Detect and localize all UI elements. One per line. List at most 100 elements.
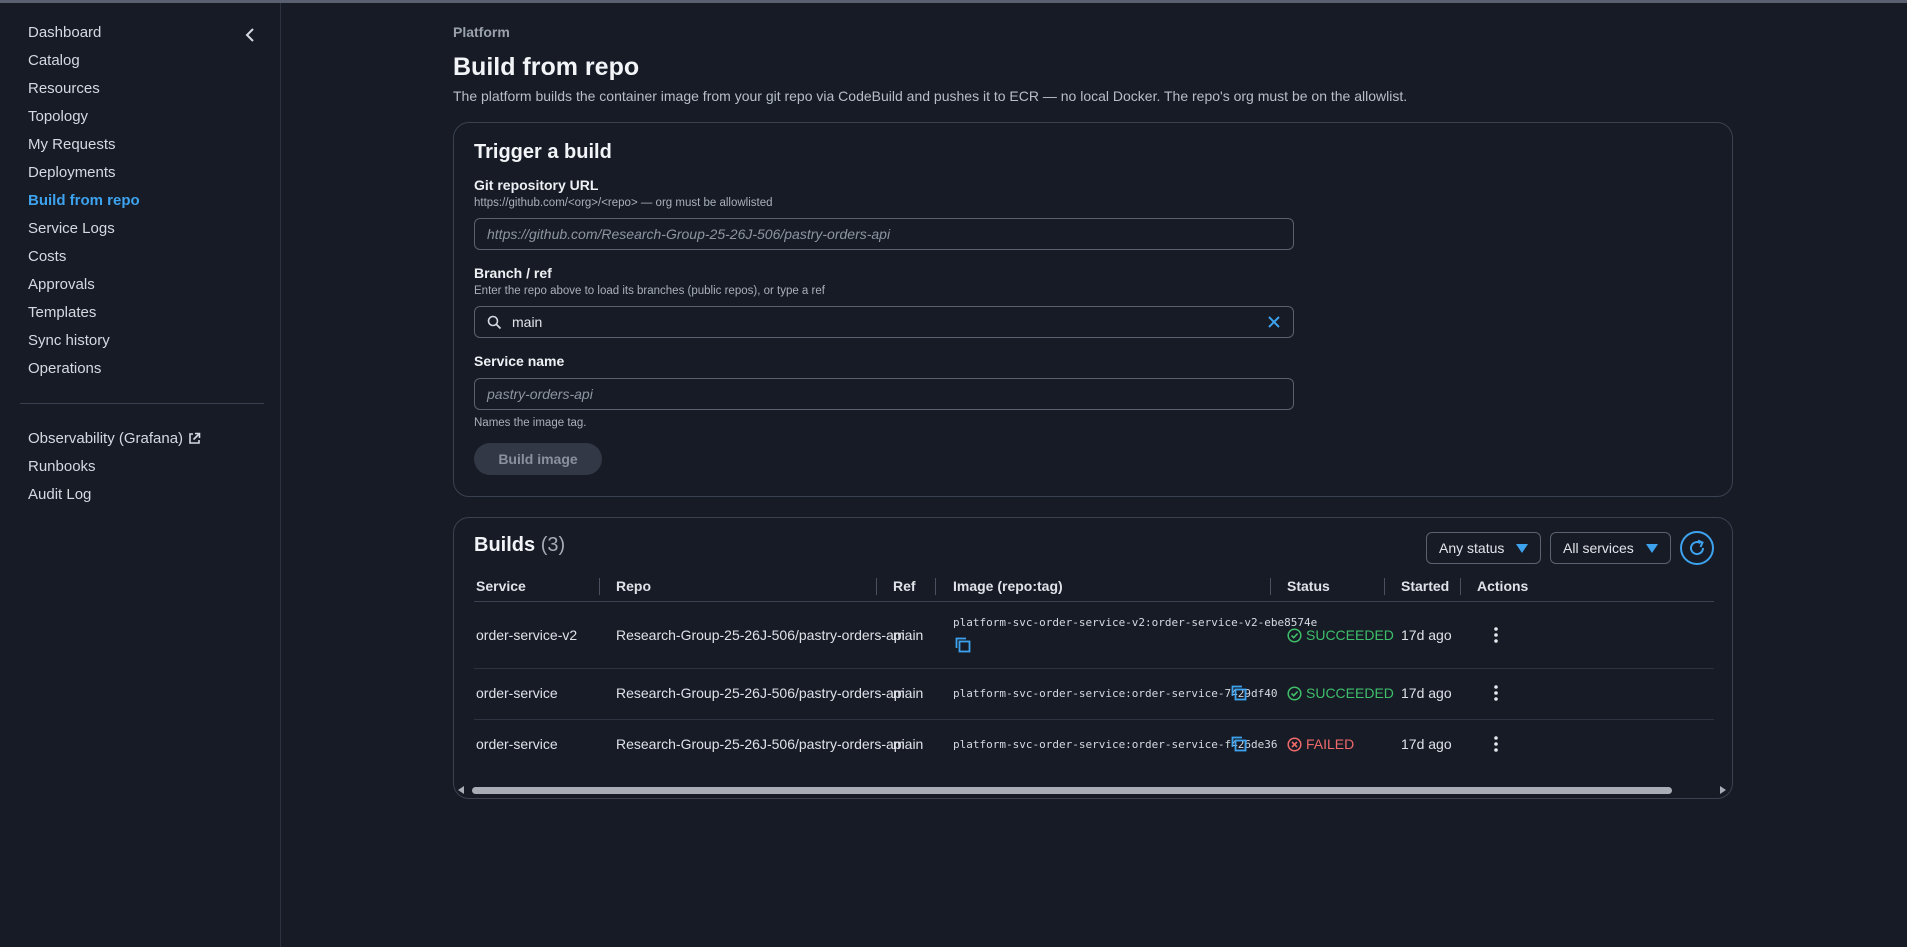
column-separator[interactable] bbox=[1270, 578, 1271, 595]
column-header-image[interactable]: Image (repo:tag) bbox=[953, 578, 1063, 594]
column-header-repo[interactable]: Repo bbox=[616, 578, 651, 594]
service-name-help: Names the image tag. bbox=[474, 417, 587, 429]
repo-url-input[interactable]: https://github.com/Research-Group-25-26J… bbox=[474, 218, 1294, 250]
column-separator[interactable] bbox=[1460, 578, 1461, 595]
sidebar-item-topology[interactable]: Topology bbox=[28, 107, 140, 135]
column-separator[interactable] bbox=[876, 578, 877, 595]
sidebar-item-catalog[interactable]: Catalog bbox=[28, 51, 140, 79]
sidebar-item-sync-history[interactable]: Sync history bbox=[28, 331, 140, 359]
primary-nav: Dashboard Catalog Resources Topology My … bbox=[28, 23, 140, 387]
column-header-service[interactable]: Service bbox=[476, 578, 526, 594]
row-image: platform-svc-order-service:order-service… bbox=[953, 687, 1278, 700]
table-horizontal-scrollbar[interactable] bbox=[456, 783, 1730, 797]
sidebar-item-dashboard[interactable]: Dashboard bbox=[28, 23, 140, 51]
caret-down-icon bbox=[1645, 543, 1658, 553]
sidebar-divider bbox=[20, 403, 264, 404]
column-separator[interactable] bbox=[935, 578, 936, 595]
column-header-actions: Actions bbox=[1477, 578, 1529, 594]
repo-url-help: https://github.com/<org>/<repo> — org mu… bbox=[474, 197, 773, 209]
row-ref: main bbox=[893, 627, 924, 643]
table-row: order-service Research-Group-25-26J-506/… bbox=[474, 669, 1714, 720]
service-filter-select[interactable]: All services bbox=[1550, 532, 1671, 564]
status-filter-select[interactable]: Any status bbox=[1426, 532, 1542, 564]
refresh-button[interactable] bbox=[1680, 531, 1714, 565]
sidebar-item-my-requests[interactable]: My Requests bbox=[28, 135, 140, 163]
clear-branch-button[interactable] bbox=[1267, 315, 1281, 329]
scroll-right-arrow[interactable] bbox=[1720, 786, 1726, 794]
search-icon bbox=[487, 315, 502, 329]
column-header-ref[interactable]: Ref bbox=[893, 578, 916, 594]
build-image-button[interactable]: Build image bbox=[474, 443, 602, 475]
builds-heading: Builds bbox=[474, 534, 536, 556]
status-text: SUCCEEDED bbox=[1306, 685, 1394, 701]
row-repo: Research-Group-25-26J-506/pastry-orders-… bbox=[616, 627, 905, 643]
column-separator[interactable] bbox=[599, 578, 600, 595]
status-filter-value: Any status bbox=[1439, 540, 1505, 556]
error-circle-icon bbox=[1287, 736, 1302, 752]
table-row: order-service Research-Group-25-26J-506/… bbox=[474, 720, 1714, 770]
sidebar-item-label: Observability (Grafana) bbox=[28, 430, 184, 447]
row-image: platform-svc-order-service:order-service… bbox=[953, 738, 1278, 751]
column-separator[interactable] bbox=[1384, 578, 1385, 595]
builds-count: (3) bbox=[540, 534, 566, 556]
sidebar-item-costs[interactable]: Costs bbox=[28, 247, 140, 275]
trigger-build-title: Trigger a build bbox=[474, 141, 612, 163]
builds-title: Builds (3) bbox=[474, 534, 565, 557]
sidebar-item-observability[interactable]: Observability (Grafana) bbox=[28, 429, 201, 457]
caret-down-icon bbox=[1516, 543, 1529, 553]
row-started: 17d ago bbox=[1401, 627, 1452, 643]
branch-label: Branch / ref bbox=[474, 265, 552, 281]
row-actions-button[interactable] bbox=[1493, 684, 1499, 702]
row-service: order-service-v2 bbox=[476, 627, 578, 643]
copy-image-button[interactable] bbox=[1231, 685, 1247, 701]
trigger-build-card: Trigger a build Git repository URL https… bbox=[453, 122, 1733, 497]
builds-table-header: Service Repo Ref Image (repo:tag) Status… bbox=[474, 568, 1714, 602]
copy-icon bbox=[1231, 736, 1247, 752]
sidebar-item-audit-log[interactable]: Audit Log bbox=[28, 485, 201, 513]
scroll-thumb[interactable] bbox=[472, 787, 1672, 794]
service-name-input[interactable]: pastry-orders-api bbox=[474, 378, 1294, 410]
collapse-sidebar-button[interactable] bbox=[240, 25, 260, 45]
copy-image-button[interactable] bbox=[955, 637, 971, 653]
chevron-left-icon bbox=[245, 28, 254, 42]
sidebar-item-resources[interactable]: Resources bbox=[28, 79, 140, 107]
status-text: SUCCEEDED bbox=[1306, 627, 1394, 643]
external-link-icon bbox=[189, 432, 201, 444]
copy-image-button[interactable] bbox=[1231, 736, 1247, 752]
scroll-left-arrow[interactable] bbox=[458, 786, 464, 794]
table-row: order-service-v2 Research-Group-25-26J-5… bbox=[474, 603, 1714, 669]
sidebar-item-deployments[interactable]: Deployments bbox=[28, 163, 140, 191]
page-description: The platform builds the container image … bbox=[453, 88, 1408, 104]
service-name-label: Service name bbox=[474, 353, 565, 369]
row-service: order-service bbox=[476, 685, 558, 701]
page-title: Build from repo bbox=[453, 53, 640, 81]
sidebar-item-runbooks[interactable]: Runbooks bbox=[28, 457, 201, 485]
row-repo: Research-Group-25-26J-506/pastry-orders-… bbox=[616, 685, 905, 701]
sidebar-item-templates[interactable]: Templates bbox=[28, 303, 140, 331]
column-header-status[interactable]: Status bbox=[1287, 578, 1330, 594]
row-actions-button[interactable] bbox=[1493, 735, 1499, 753]
copy-icon bbox=[1231, 685, 1247, 701]
row-repo: Research-Group-25-26J-506/pastry-orders-… bbox=[616, 736, 905, 752]
more-vertical-icon bbox=[1494, 685, 1498, 701]
branch-help: Enter the repo above to load its branche… bbox=[474, 285, 825, 297]
status-badge: SUCCEEDED bbox=[1287, 627, 1394, 643]
row-image: platform-svc-order-service-v2:order-serv… bbox=[953, 616, 1318, 629]
sidebar-item-approvals[interactable]: Approvals bbox=[28, 275, 140, 303]
row-actions-button[interactable] bbox=[1493, 626, 1499, 644]
builds-card: Builds (3) Any status All services Servi… bbox=[453, 517, 1733, 799]
sidebar-item-service-logs[interactable]: Service Logs bbox=[28, 219, 140, 247]
sidebar-item-build-from-repo[interactable]: Build from repo bbox=[28, 191, 140, 219]
column-header-started[interactable]: Started bbox=[1401, 578, 1449, 594]
sidebar-item-operations[interactable]: Operations bbox=[28, 359, 140, 387]
secondary-nav: Observability (Grafana) Runbooks Audit L… bbox=[28, 429, 201, 513]
row-started: 17d ago bbox=[1401, 736, 1452, 752]
repo-url-placeholder: https://github.com/Research-Group-25-26J… bbox=[487, 226, 891, 242]
branch-input[interactable]: main bbox=[474, 306, 1294, 338]
row-ref: main bbox=[893, 685, 924, 701]
check-circle-icon bbox=[1287, 627, 1302, 643]
row-started: 17d ago bbox=[1401, 685, 1452, 701]
close-icon bbox=[1268, 316, 1280, 328]
repo-url-label: Git repository URL bbox=[474, 177, 599, 193]
service-name-placeholder: pastry-orders-api bbox=[487, 386, 593, 402]
